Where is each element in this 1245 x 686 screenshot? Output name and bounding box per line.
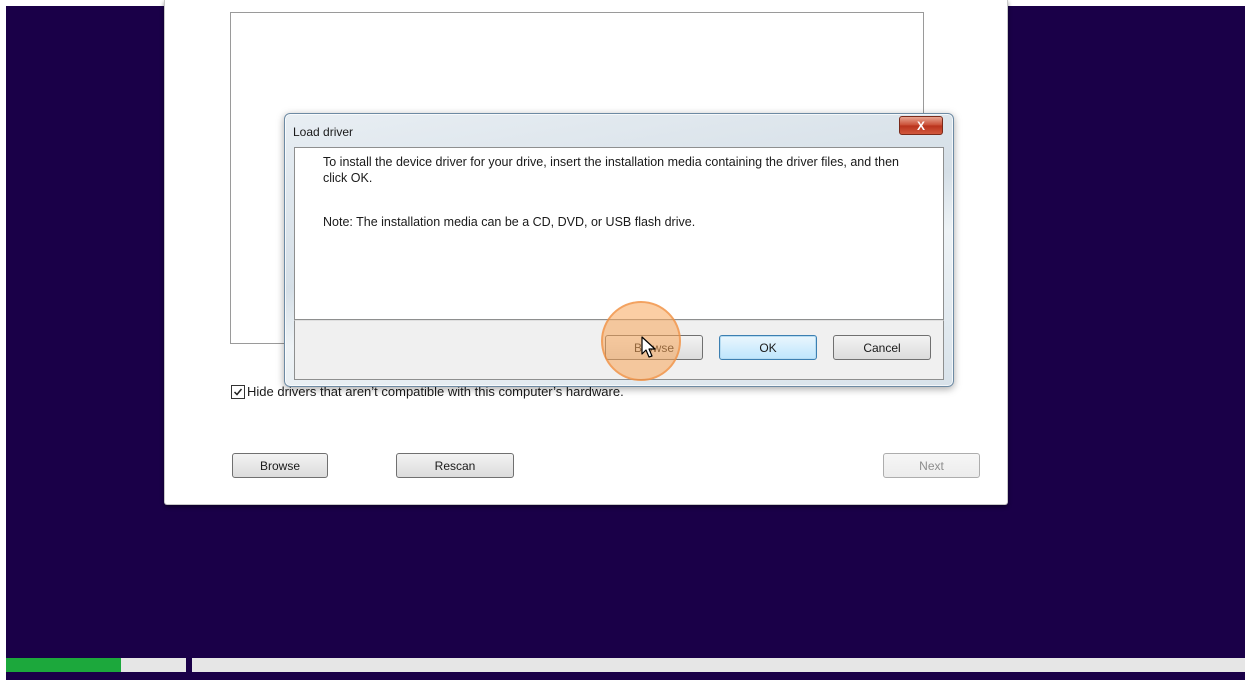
ok-button[interactable]: OK	[719, 335, 817, 360]
load-driver-dialog: Load driver X To install the device driv…	[284, 113, 954, 387]
close-button[interactable]: X	[899, 116, 943, 135]
close-icon: X	[916, 118, 925, 133]
dialog-note: Note: The installation media can be a CD…	[323, 215, 696, 229]
check-icon	[233, 388, 243, 396]
hide-incompatible-checkbox[interactable]	[231, 384, 245, 399]
dialog-message: To install the device driver for your dr…	[323, 155, 899, 185]
dialog-title: Load driver	[293, 125, 354, 139]
progress-stage1-fill	[6, 658, 121, 672]
dialog-body: To install the device driver for your dr…	[294, 147, 944, 320]
next-button[interactable]: Next	[883, 453, 980, 478]
progress-stage2	[192, 658, 1245, 672]
progress-stage1	[6, 658, 186, 672]
browse-button[interactable]: Browse	[232, 453, 328, 478]
dialog-browse-button[interactable]: Browse	[605, 335, 703, 360]
install-progress	[6, 658, 1245, 672]
cancel-button[interactable]: Cancel	[833, 335, 931, 360]
rescan-button[interactable]: Rescan	[396, 453, 514, 478]
